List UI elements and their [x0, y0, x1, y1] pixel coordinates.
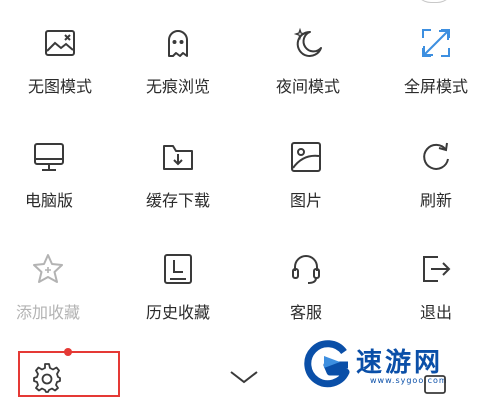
menu-item-label: 夜间模式: [275, 77, 340, 96]
menu-item-label: 全屏模式: [403, 77, 468, 96]
partial-circle-button: [414, 0, 454, 3]
menu-item-label: 客服: [289, 303, 322, 322]
gear-icon: [33, 363, 61, 393]
refresh-icon: [423, 142, 449, 170]
headset-icon: [292, 255, 320, 284]
menu-item-add-favorite[interactable]: 添加收藏: [0, 252, 108, 322]
exit-icon: [423, 256, 451, 282]
menu-item-incognito[interactable]: 无痕浏览: [118, 26, 238, 96]
monitor-icon: [34, 143, 64, 171]
menu-item-label: 图片: [289, 191, 322, 210]
moon-icon: [293, 27, 322, 57]
chevron-down-icon: [230, 371, 258, 384]
download-folder-icon: [163, 145, 193, 170]
menu-item-label: 电脑版: [24, 191, 73, 210]
menu-item-label: 历史收藏: [145, 303, 210, 322]
logo-g-icon: [304, 340, 350, 388]
notification-dot: [64, 348, 72, 356]
menu-item-label: 添加收藏: [15, 303, 80, 322]
image-icon: [291, 142, 321, 172]
menu-item-customer-service[interactable]: 客服: [246, 252, 366, 322]
menu-item-night-mode[interactable]: 夜间模式: [248, 26, 368, 96]
menu-item-no-image[interactable]: 无图模式: [0, 26, 120, 96]
menu-item-exit[interactable]: 退出: [376, 252, 480, 322]
settings-button[interactable]: [31, 361, 63, 393]
menu-item-label: 刷新: [419, 191, 452, 210]
history-icon: [164, 254, 192, 284]
menu-item-label: 退出: [419, 303, 452, 322]
menu-item-label: 无图模式: [27, 77, 92, 96]
menu-item-images[interactable]: 图片: [246, 140, 366, 210]
star-icon: [33, 254, 63, 283]
fullscreen-icon: [422, 29, 450, 57]
tab-overview-icon[interactable]: [422, 374, 448, 394]
menu-item-label: 缓存下载: [145, 191, 210, 210]
watermark-logo: 速游网 www.sygoo.com: [300, 338, 468, 394]
menu-item-label: 无痕浏览: [145, 77, 210, 96]
menu-item-cache-download[interactable]: 缓存下载: [118, 140, 238, 210]
menu-item-fullscreen[interactable]: 全屏模式: [376, 26, 480, 96]
no-image-icon: [45, 30, 75, 56]
menu-item-history-favorites[interactable]: 历史收藏: [118, 252, 238, 322]
ghost-icon: [168, 30, 188, 57]
menu-item-desktop-version[interactable]: 电脑版: [0, 140, 109, 210]
menu-item-refresh[interactable]: 刷新: [376, 140, 480, 210]
collapse-button[interactable]: [228, 368, 260, 386]
